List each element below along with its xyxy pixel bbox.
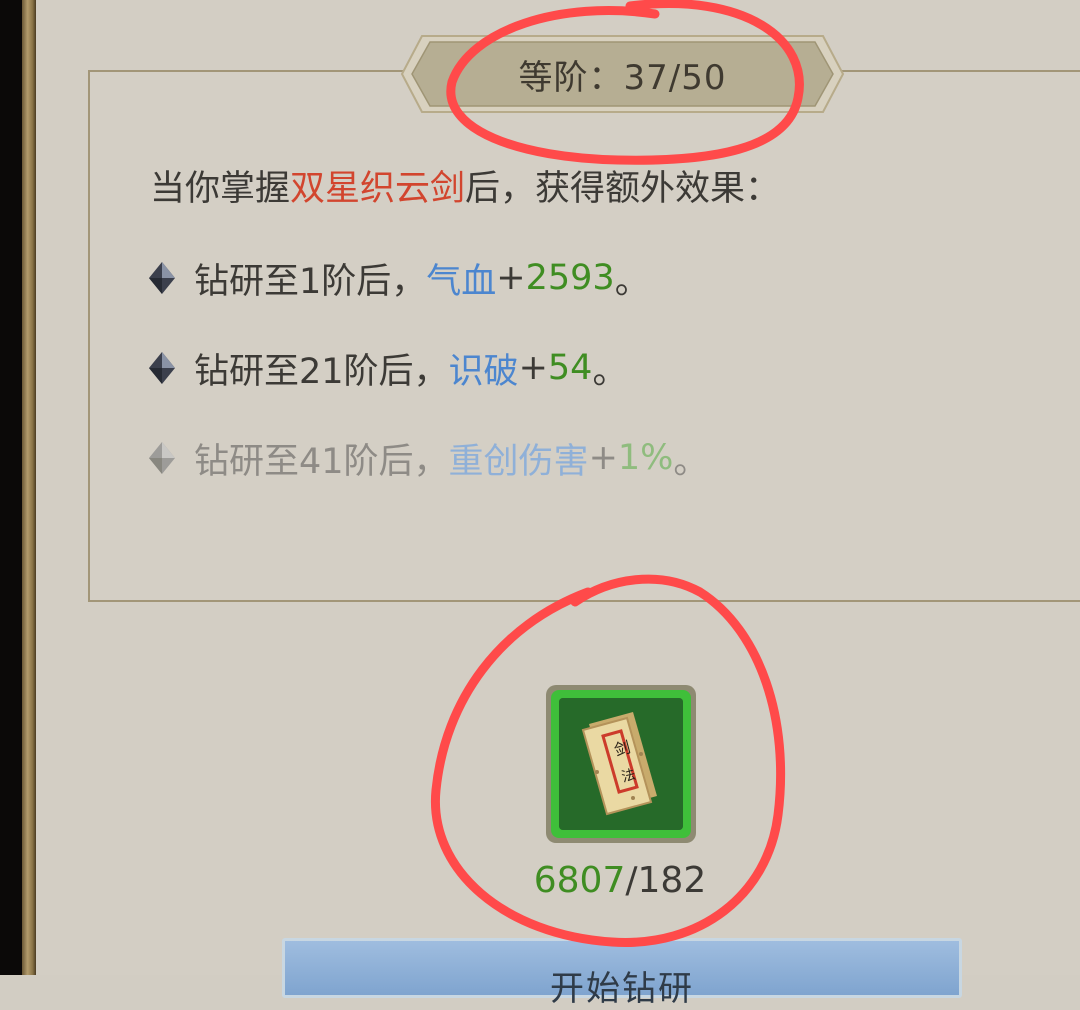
description-suffix: 后，获得额外效果：: [465, 169, 781, 209]
bonus-stat: 识破: [448, 351, 519, 392]
bonus-stat: 重创伤害: [448, 441, 589, 482]
bonus-end: 。: [614, 261, 650, 302]
diamond-gem-icon: [149, 352, 175, 384]
item-count-separator: /: [625, 860, 638, 901]
screen-edge: [0, 0, 22, 975]
required-item-slot[interactable]: 剑 法: [545, 684, 697, 844]
bonus-plus: +: [588, 438, 618, 478]
bonus-condition: 钻研至1阶后，: [194, 261, 427, 302]
bonus-plus: +: [518, 348, 548, 388]
panel-frame-left: [22, 0, 36, 975]
bonus-end: 。: [673, 441, 709, 482]
bonus-value: 54: [547, 348, 593, 388]
item-required-count: 182: [637, 860, 707, 901]
skill-name: 双星织云剑: [290, 169, 466, 209]
description-prefix: 当你掌握: [150, 169, 291, 209]
bonus-condition: 钻研至41阶后，: [194, 441, 449, 482]
bonus-plus: +: [496, 258, 526, 298]
bonus-condition: 钻研至21阶后，: [194, 351, 449, 392]
start-research-label: 开始钻研: [550, 969, 694, 1009]
item-owned-count: 6807: [533, 860, 626, 901]
effects-info-box: [88, 70, 1080, 602]
level-progress-label: 等阶：37/50: [518, 57, 727, 98]
bonus-item-tier21: 钻研至21阶后， 识破 + 54。: [148, 343, 627, 393]
sword-manual-scroll-icon: 剑 法: [546, 685, 696, 843]
bonus-stat: 气血: [426, 261, 497, 302]
item-count: 6807/182: [520, 860, 720, 901]
bonus-end: 。: [592, 351, 628, 392]
diamond-gem-icon: [149, 442, 175, 474]
bonus-item-tier1: 钻研至1阶后， 气血 + 2593。: [148, 253, 650, 303]
start-research-button[interactable]: 开始钻研: [282, 938, 962, 1009]
diamond-gem-icon: [149, 262, 175, 294]
effect-description: 当你掌握双星织云剑后，获得额外效果：: [150, 160, 780, 211]
level-header-tab: 等阶：37/50: [400, 32, 845, 116]
bonus-item-tier41: 钻研至41阶后， 重创伤害 + 1%。: [148, 433, 708, 483]
bonus-value: 2593: [525, 258, 615, 298]
bonus-value: 1%: [617, 438, 674, 478]
